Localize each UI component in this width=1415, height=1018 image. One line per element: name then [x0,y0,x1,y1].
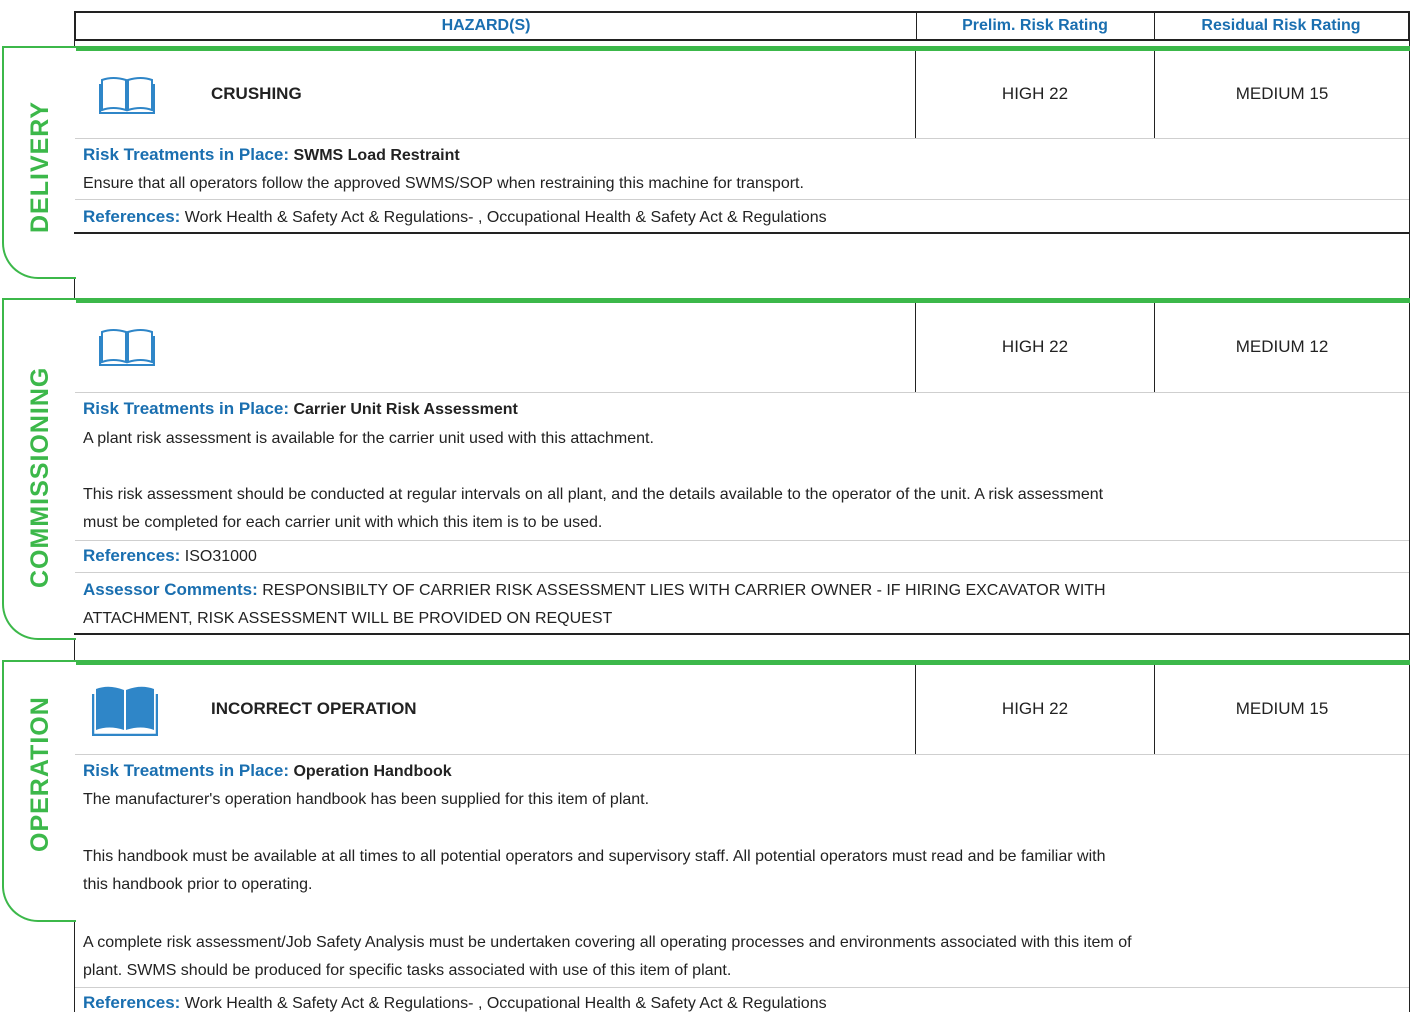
references: References: Work Health & Safety Act & R… [83,207,827,226]
references: References: Work Health & Safety Act & R… [83,993,827,1012]
assessor-comments: Assessor Comments: RESPONSIBILTY OF CARR… [83,580,1106,599]
book-outline-icon [99,329,155,366]
prelim-rating: HIGH 22 [1001,84,1069,103]
section-tab-label: COMMISSIONING [26,366,54,588]
treatment-text: This risk assessment should be conducted… [83,486,1104,503]
treatment-text: Ensure that all operators follow the app… [83,175,804,192]
assessor-comments-cont: ATTACHMENT, RISK ASSESSMENT WILL BE PROV… [83,610,613,627]
table-header: HAZARD(S) Prelim. Risk Rating Residual R… [74,11,1410,41]
prelim-rating: HIGH 22 [1001,337,1069,356]
section-tab-operation: OPERATION [2,660,76,922]
treatments-heading: Risk Treatments in Place: SWMS Load Rest… [83,145,460,164]
residual-rating: MEDIUM 15 [1235,699,1329,718]
residual-rating-header: Residual Risk Rating [1201,17,1361,34]
prelim-rating-header: Prelim. Risk Rating [962,17,1108,34]
treatment-text: This handbook must be available at all t… [83,848,1106,865]
treatment-text: A plant risk assessment is available for… [83,430,654,447]
section-tab-label: DELIVERY [26,100,54,233]
residual-rating: MEDIUM 12 [1235,337,1329,356]
treatment-text: this handbook prior to operating. [83,876,313,893]
prelim-rating: HIGH 22 [1001,699,1069,718]
book-filled-icon [92,686,158,736]
treatments-heading: Risk Treatments in Place: Carrier Unit R… [83,399,518,418]
hazards-header: HAZARD(S) [441,17,531,34]
section-tab-delivery: DELIVERY [2,46,76,279]
hazard-name: CRUSHING [211,84,302,103]
treatment-text: plant. SWMS should be produced for speci… [83,962,732,979]
residual-rating: MEDIUM 15 [1235,84,1329,103]
hazard-name: INCORRECT OPERATION [211,699,417,718]
book-outline-icon [99,77,155,114]
section-tab-commissioning: COMMISSIONING [2,298,76,640]
treatment-text: The manufacturer's operation handbook ha… [83,791,650,808]
treatment-text: must be completed for each carrier unit … [83,514,603,531]
treatments-heading: Risk Treatments in Place: Operation Hand… [83,761,452,780]
treatment-text: A complete risk assessment/Job Safety An… [83,934,1132,951]
references: References: ISO31000 [83,546,257,565]
section-tab-label: OPERATION [26,696,54,852]
